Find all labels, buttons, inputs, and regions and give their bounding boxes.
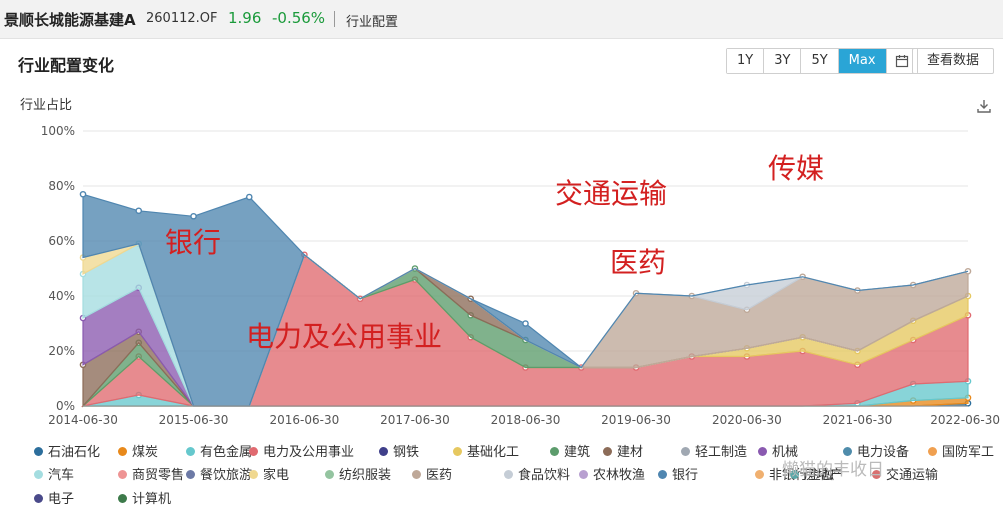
legend-label: 钢铁 xyxy=(393,445,420,460)
legend-label: 电子 xyxy=(48,492,75,507)
legend-label: 商贸零售 xyxy=(132,468,185,483)
y-tick-label: 100% xyxy=(41,124,75,138)
x-tick-label: 2017-06-30 xyxy=(380,413,450,427)
data-point-银行 xyxy=(190,212,197,220)
legend-label: 电力及公用事业 xyxy=(263,445,355,460)
legend-item[interactable]: 轻工制造 xyxy=(681,441,747,460)
legend-marker xyxy=(412,470,421,479)
legend-label: 农林牧渔 xyxy=(593,468,646,483)
legend-label: 基础化工 xyxy=(467,445,520,460)
legend-item[interactable]: 电力及公用事业 xyxy=(249,441,354,460)
legend-label: 有色金属 xyxy=(200,445,253,460)
legend-label: 家电 xyxy=(263,468,290,483)
chart-annotation: 医药 xyxy=(610,246,666,279)
legend-item[interactable]: 医药 xyxy=(412,464,452,483)
chart-annotation: 电力及公用事业 xyxy=(246,320,442,353)
legend-item[interactable]: 电子 xyxy=(34,488,74,507)
x-tick-label: 2019-06-30 xyxy=(601,413,671,427)
y-tick-label: 40% xyxy=(48,289,75,303)
data-point-银行 xyxy=(135,207,143,215)
legend-item[interactable]: 商贸零售 xyxy=(118,464,184,483)
legend-label: 食品饮料 xyxy=(518,468,571,483)
legend-marker xyxy=(186,447,195,456)
legend-item[interactable]: 汽车 xyxy=(34,464,74,483)
legend-marker xyxy=(186,470,195,479)
legend-label: 计算机 xyxy=(132,492,172,507)
legend-item[interactable]: 银行 xyxy=(658,464,698,483)
legend-item[interactable]: 煤炭 xyxy=(118,441,158,460)
x-tick-label: 2015-06-30 xyxy=(159,413,229,427)
industry-area-chart: 0% 20% 40% 60% 80% 100% 2014-06-30 2015-06-30 20… xyxy=(41,124,1000,427)
legend-item[interactable]: 计算机 xyxy=(118,488,171,507)
legend-label: 餐饮旅游 xyxy=(200,468,253,483)
legend-marker xyxy=(325,470,334,479)
watermark: 懒猫的丰收日 xyxy=(782,460,884,480)
legend-label: 交通运输 xyxy=(886,468,939,483)
data-point-银行 xyxy=(79,190,87,198)
legend-label: 医药 xyxy=(426,468,453,483)
x-tick-label: 2022-06-30 xyxy=(930,413,1000,427)
legend-marker xyxy=(603,447,612,456)
y-tick-label: 0% xyxy=(56,399,75,413)
legend-marker xyxy=(118,494,127,503)
y-tick-label: 20% xyxy=(48,344,75,358)
legend-label: 银行 xyxy=(672,468,699,483)
legend-item[interactable]: 建筑 xyxy=(550,441,590,460)
legend-label: 煤炭 xyxy=(132,445,159,460)
chart-annotation: 传媒 xyxy=(768,152,824,185)
legend-item[interactable]: 纺织服装 xyxy=(325,464,391,483)
legend-label: 汽车 xyxy=(48,468,75,483)
data-point-银行 xyxy=(245,193,253,201)
legend-marker xyxy=(118,470,127,479)
legend-item[interactable]: 建材 xyxy=(603,441,643,460)
legend-marker xyxy=(658,470,667,479)
legend-marker xyxy=(504,470,513,479)
legend-marker xyxy=(928,447,937,456)
legend-item[interactable]: 基础化工 xyxy=(453,441,519,460)
legend-marker xyxy=(34,447,43,456)
legend-item[interactable]: 石油石化 xyxy=(34,441,100,460)
legend-marker xyxy=(550,447,559,456)
legend-item[interactable]: 农林牧渔 xyxy=(579,464,645,483)
x-tick-label: 2014-06-30 xyxy=(48,413,118,427)
legend-item[interactable]: 家电 xyxy=(249,464,289,483)
legend-item[interactable]: 有色金属 xyxy=(186,441,252,460)
legend-item[interactable]: 食品饮料 xyxy=(504,464,570,483)
legend-marker xyxy=(681,447,690,456)
legend-marker xyxy=(755,470,764,479)
legend-marker xyxy=(379,447,388,456)
legend-marker xyxy=(118,447,127,456)
x-tick-label: 2021-06-30 xyxy=(823,413,893,427)
legend-item[interactable]: 餐饮旅游 xyxy=(186,464,252,483)
legend-label: 国防军工 xyxy=(942,445,995,460)
data-point-银行 xyxy=(522,320,529,327)
chart-annotation: 银行 xyxy=(165,226,221,259)
legend-marker xyxy=(453,447,462,456)
x-tick-label: 2018-06-30 xyxy=(491,413,561,427)
legend-label: 建筑 xyxy=(564,445,591,460)
legend-label: 轻工制造 xyxy=(695,445,748,460)
legend-item[interactable]: 国防军工 xyxy=(928,441,994,460)
x-tick-label: 2016-06-30 xyxy=(270,413,340,427)
legend-label: 纺织服装 xyxy=(339,468,392,483)
legend-marker xyxy=(34,494,43,503)
x-tick-label: 2020-06-30 xyxy=(712,413,782,427)
chart-annotation: 交通运输 xyxy=(555,177,667,210)
legend-marker xyxy=(249,447,258,456)
legend-marker xyxy=(249,470,258,479)
legend-marker xyxy=(34,470,43,479)
legend-marker xyxy=(758,447,767,456)
y-tick-label: 80% xyxy=(48,179,75,193)
legend-marker xyxy=(579,470,588,479)
legend-item[interactable]: 钢铁 xyxy=(379,441,419,460)
legend-label: 建材 xyxy=(617,445,644,460)
y-tick-label: 60% xyxy=(48,234,75,248)
legend-label: 石油石化 xyxy=(48,445,101,460)
